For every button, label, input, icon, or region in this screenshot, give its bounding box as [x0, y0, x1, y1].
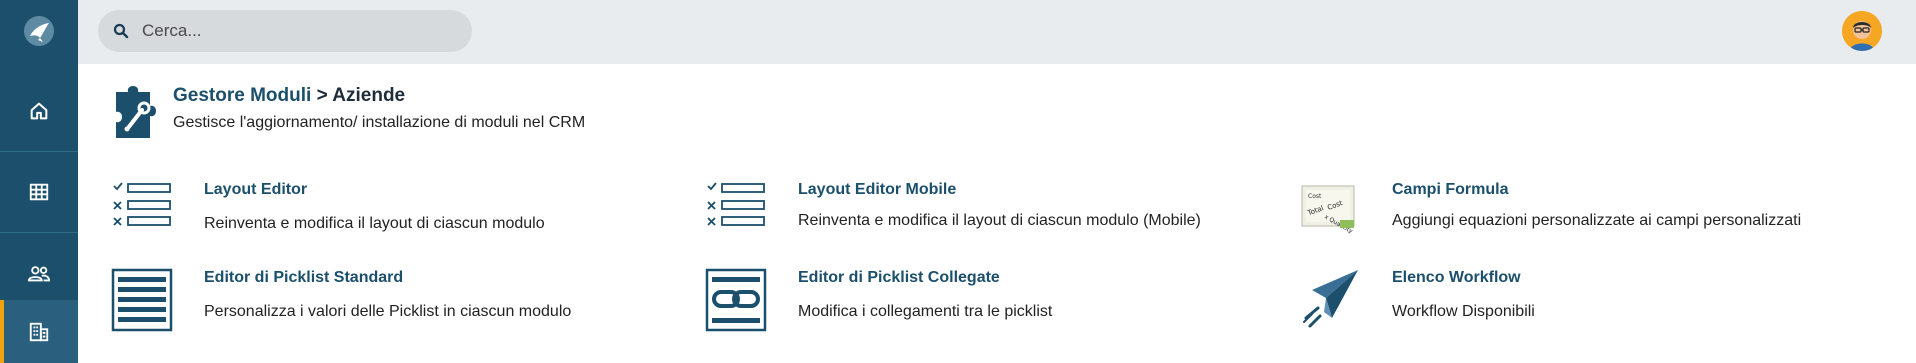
tool-text: Editor di Picklist Collegate Modifica i …: [798, 268, 1052, 332]
tool-text: Elenco Workflow Workflow Disponibili: [1392, 268, 1535, 332]
search-input[interactable]: [142, 21, 442, 41]
app-root: Gestore Moduli > Aziende Gestisce l'aggi…: [0, 0, 1916, 363]
formula-icon: Cost Total Cost x Quantity: [1301, 185, 1355, 235]
layout-checklist-icon: [707, 182, 765, 226]
sidebar-divider: [0, 151, 78, 152]
tool-picklist-collegate[interactable]: Editor di Picklist Collegate Modifica i …: [704, 268, 1052, 332]
tool-description: Reinventa e modifica il layout di ciascu…: [204, 215, 545, 232]
layout-checklist-icon: [113, 182, 171, 226]
tool-text: Layout Editor Mobile Reinventa e modific…: [798, 180, 1218, 244]
tool-elenco-workflow[interactable]: Elenco Workflow Workflow Disponibili: [1298, 268, 1535, 332]
building-icon: [29, 322, 49, 341]
tool-title[interactable]: Layout Editor Mobile: [798, 180, 1218, 200]
user-avatar[interactable]: [1842, 11, 1882, 51]
tool-picklist-standard[interactable]: Editor di Picklist Standard Personalizza…: [110, 268, 571, 332]
puzzle-wrench-icon: [116, 86, 156, 138]
tool-title[interactable]: Editor di Picklist Standard: [204, 268, 571, 288]
tool-description: Personalizza i valori delle Picklist in …: [204, 303, 572, 320]
tool-text: Editor di Picklist Standard Personalizza…: [204, 268, 571, 332]
svg-text:Cost: Cost: [1308, 193, 1322, 200]
bird-logo-icon: [24, 16, 54, 46]
tool-layout-editor[interactable]: Layout Editor Reinventa e modifica il la…: [110, 180, 545, 244]
top-bar: [78, 0, 1916, 64]
search-icon: [113, 23, 129, 39]
sidebar-item-company[interactable]: [0, 300, 78, 363]
tool-description: Workflow Disponibili: [1392, 303, 1535, 320]
sidebar-item-home[interactable]: [0, 74, 78, 148]
tool-layout-editor-mobile[interactable]: Layout Editor Mobile Reinventa e modific…: [704, 180, 1264, 244]
breadcrumb-module-link[interactable]: Gestore Moduli: [173, 85, 311, 106]
tool-campi-formula[interactable]: Cost Total Cost x Quantity Campi Formula…: [1298, 180, 1858, 244]
home-icon: [30, 102, 48, 120]
sidebar: [0, 0, 78, 363]
tool-title[interactable]: Campi Formula: [1392, 180, 1832, 200]
grid-icon: [29, 183, 49, 201]
page-title: Gestore Moduli > Aziende: [173, 85, 585, 107]
tool-description: Aggiungi equazioni personalizzate ai cam…: [1392, 212, 1802, 229]
search-box[interactable]: [98, 10, 472, 52]
breadcrumb-separator: >: [316, 85, 328, 106]
tool-description: Reinventa e modifica il layout di ciascu…: [798, 212, 1201, 229]
users-icon: [27, 266, 51, 282]
sidebar-divider: [0, 232, 78, 233]
page-subtitle: Gestisce l'aggiornamento/ installazione …: [173, 114, 586, 131]
tool-title[interactable]: Editor di Picklist Collegate: [798, 268, 1052, 288]
sidebar-item-apps[interactable]: [0, 156, 78, 228]
app-logo[interactable]: [0, 0, 78, 62]
header-text: Gestore Moduli > Aziende Gestisce l'aggi…: [173, 80, 585, 132]
tool-text: Campi Formula Aggiungi equazioni persona…: [1392, 180, 1832, 244]
page-header: Gestore Moduli > Aziende Gestisce l'aggi…: [112, 80, 585, 150]
active-indicator: [0, 300, 4, 363]
paper-plane-icon: [1303, 270, 1358, 328]
avatar-icon: [1842, 11, 1882, 51]
tool-title[interactable]: Elenco Workflow: [1392, 268, 1535, 288]
tool-title[interactable]: Layout Editor: [204, 180, 545, 200]
picklist-icon: [111, 268, 173, 332]
linked-picklist-icon: [705, 268, 767, 332]
tool-description: Modifica i collegamenti tra le picklist: [798, 303, 1053, 320]
breadcrumb-current: Aziende: [332, 85, 406, 106]
tool-text: Layout Editor Reinventa e modifica il la…: [204, 180, 545, 244]
